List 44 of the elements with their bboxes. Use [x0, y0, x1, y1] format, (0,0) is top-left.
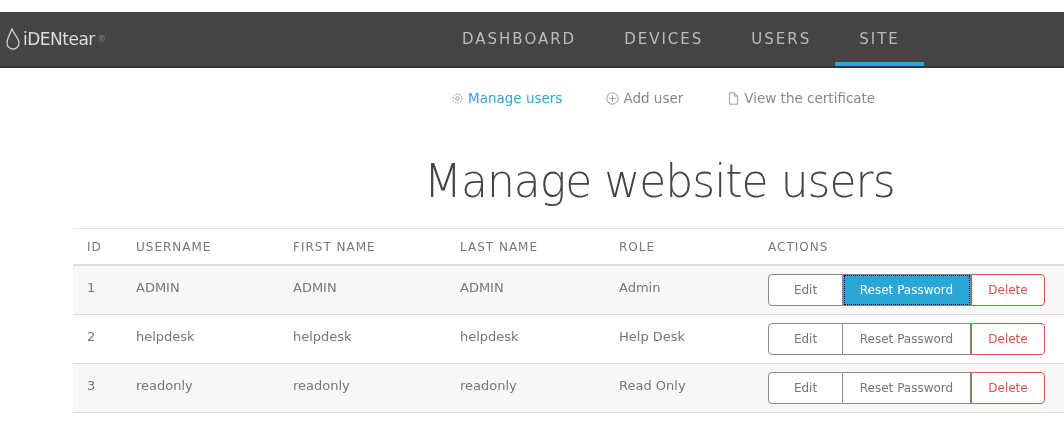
settings-icon [451, 91, 464, 105]
column-header: ID [87, 239, 102, 254]
table-cell-text: helpdesk [293, 328, 352, 346]
column-header: ACTIONS [768, 239, 829, 254]
table-cell-text: 2 [87, 328, 96, 346]
subnav-link[interactable]: Add user [606, 90, 684, 106]
subnav-link[interactable]: View the certificate [727, 90, 876, 106]
column-header: ROLE [619, 239, 656, 254]
column-header: USERNAME [136, 239, 212, 254]
document-icon [727, 91, 741, 105]
table-cell-text: 3 [87, 377, 96, 395]
table-cell-text: readonly [293, 377, 350, 395]
table-cell-text: helpdesk [136, 328, 195, 346]
action-button[interactable]: Edit [768, 323, 843, 355]
table-cell-text: helpdesk [460, 328, 519, 346]
action-button[interactable]: Reset Password [843, 372, 971, 404]
table-cell-text: Help Desk [619, 328, 686, 346]
table-cell-text: ADMIN [293, 279, 337, 297]
action-button[interactable]: Edit [768, 274, 843, 306]
action-button[interactable]: Reset Password [843, 323, 971, 355]
delete-button[interactable]: Delete [971, 323, 1045, 355]
drop-logo-icon [6, 28, 20, 50]
add-icon [606, 91, 620, 105]
table-cell-text: ADMIN [136, 279, 180, 297]
nav-tab[interactable]: SITE [835, 12, 924, 66]
action-button[interactable]: Reset Password [843, 274, 971, 306]
column-header: LAST NAME [460, 239, 539, 254]
delete-button[interactable]: Delete [971, 372, 1045, 404]
nav-tab[interactable]: USERS [727, 12, 836, 66]
action-button[interactable]: Edit [768, 372, 843, 404]
table-cell-text: Admin [619, 279, 661, 297]
page-heading: Manage website users [424, 153, 896, 208]
registered-mark: ® [97, 34, 106, 44]
nav-tab[interactable]: DEVICES [600, 12, 728, 66]
table-cell-text: Read Only [619, 377, 686, 395]
table-cell-text: ADMIN [460, 279, 504, 297]
table-cell-text: readonly [460, 377, 517, 395]
brand-name: iDENtear [23, 29, 95, 49]
delete-button[interactable]: Delete [971, 274, 1045, 306]
column-header: FIRST NAME [293, 239, 376, 254]
subnav-link[interactable]: Manage users [451, 90, 563, 106]
table-cell-text: readonly [136, 377, 193, 395]
nav-tab[interactable]: DASHBOARD [438, 12, 601, 66]
table-cell-text: 1 [87, 279, 96, 297]
